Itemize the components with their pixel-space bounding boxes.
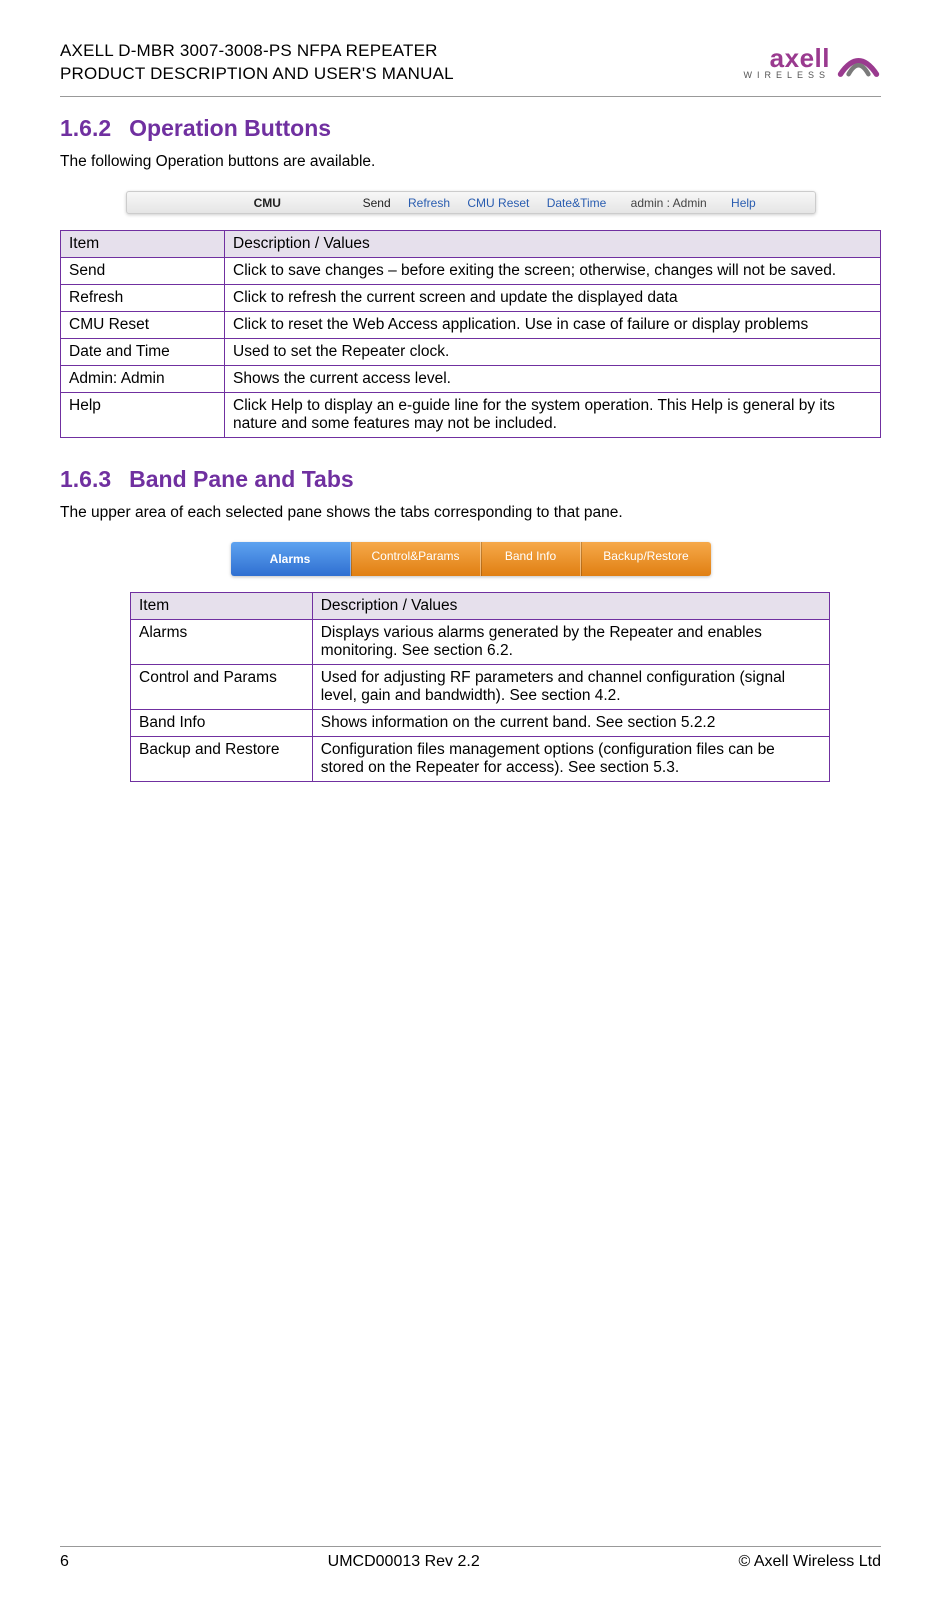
- section-intro: The following Operation buttons are avai…: [60, 152, 881, 173]
- page-footer: 6 UMCD00013 Rev 2.2 © Axell Wireless Ltd: [60, 1546, 881, 1571]
- cmu-admin: admin : Admin: [631, 196, 707, 210]
- section-number: 1.6.2: [60, 115, 111, 142]
- table-row: Control and ParamsUsed for adjusting RF …: [131, 664, 830, 709]
- table-header-item: Item: [131, 592, 313, 619]
- logo-brand-name: axell: [743, 45, 830, 71]
- cmu-datetime: Date&Time: [547, 196, 607, 210]
- band-tabs-table: Item Description / Values AlarmsDisplays…: [130, 592, 830, 782]
- table-row: Band InfoShows information on the curren…: [131, 709, 830, 736]
- table-row: Date and TimeUsed to set the Repeater cl…: [61, 338, 881, 365]
- table-header-desc: Description / Values: [312, 592, 829, 619]
- page-header: AXELL D-MBR 3007-3008-PS NFPA REPEATER P…: [60, 40, 881, 97]
- tab-control-params: Control&Params: [351, 542, 481, 576]
- tabs-screenshot: Alarms Control&Params Band Info Backup/R…: [60, 542, 881, 576]
- operation-buttons-table: Item Description / Values SendClick to s…: [60, 230, 881, 438]
- cmu-refresh: Refresh: [408, 196, 450, 210]
- table-row: HelpClick Help to display an e-guide lin…: [61, 392, 881, 437]
- section-heading-operation-buttons: 1.6.2 Operation Buttons: [60, 115, 881, 142]
- table-row: Admin: AdminShows the current access lev…: [61, 365, 881, 392]
- cmu-send: Send: [363, 196, 391, 210]
- header-line1: AXELL D-MBR 3007-3008-PS NFPA REPEATER: [60, 40, 454, 63]
- table-row: RefreshClick to refresh the current scre…: [61, 284, 881, 311]
- company-logo: axell WIRELESS: [743, 40, 881, 85]
- header-title-block: AXELL D-MBR 3007-3008-PS NFPA REPEATER P…: [60, 40, 454, 86]
- table-header-item: Item: [61, 230, 225, 257]
- tab-alarms: Alarms: [231, 542, 351, 576]
- table-row: Backup and RestoreConfiguration files ma…: [131, 736, 830, 781]
- tab-backup-restore: Backup/Restore: [581, 542, 711, 576]
- logo-mark-icon: [836, 40, 881, 85]
- logo-brand-sub: WIRELESS: [743, 71, 830, 80]
- cmu-toolbar-screenshot: CMU Send Refresh CMU Reset Date&Time adm…: [60, 191, 881, 214]
- section-title: Operation Buttons: [129, 115, 331, 141]
- footer-copyright: © Axell Wireless Ltd: [738, 1553, 881, 1571]
- cmu-reset: CMU Reset: [467, 196, 529, 210]
- section-title: Band Pane and Tabs: [129, 466, 354, 492]
- table-row: AlarmsDisplays various alarms generated …: [131, 619, 830, 664]
- header-line2: PRODUCT DESCRIPTION AND USER'S MANUAL: [60, 63, 454, 86]
- table-header-desc: Description / Values: [225, 230, 881, 257]
- cmu-help: Help: [731, 196, 756, 210]
- table-row: SendClick to save changes – before exiti…: [61, 257, 881, 284]
- section-number: 1.6.3: [60, 466, 111, 493]
- footer-revision: UMCD00013 Rev 2.2: [328, 1553, 480, 1571]
- section-intro: The upper area of each selected pane sho…: [60, 503, 881, 524]
- section-heading-band-pane: 1.6.3 Band Pane and Tabs: [60, 466, 881, 493]
- table-row: CMU ResetClick to reset the Web Access a…: [61, 311, 881, 338]
- cmu-label: CMU: [182, 196, 352, 210]
- tab-band-info: Band Info: [481, 542, 581, 576]
- footer-page-number: 6: [60, 1553, 69, 1571]
